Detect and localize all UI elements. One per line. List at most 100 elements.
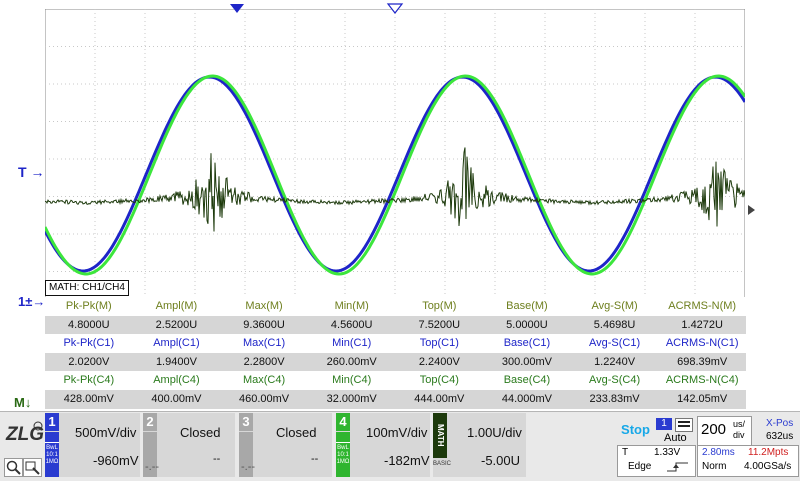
run-state-label: Stop	[621, 422, 650, 437]
measurement-value: 5.0000U	[506, 318, 548, 331]
trigger-source-badge: 1	[656, 418, 672, 430]
measurement-value: 2.2800V	[243, 355, 285, 368]
measurement-header: Avg-S(C1)	[588, 337, 641, 350]
measurement-header: Min(C1)	[332, 337, 372, 350]
measurement-value: 2.0200V	[68, 355, 110, 368]
measurement-header: Min(C4)	[332, 374, 372, 387]
rising-edge-icon	[667, 462, 688, 472]
math-offset: -5.00U	[481, 453, 521, 468]
trigger-level-marker[interactable]: T →	[18, 164, 44, 180]
channel-2-status: Closed	[180, 425, 221, 440]
measurement-header: Ampl(C4)	[153, 374, 200, 387]
measurement-value: 4.5600U	[330, 318, 373, 331]
acquisition-box[interactable]: 2.80ms 11.2Mpts Norm 4.00GSa/s	[697, 445, 799, 477]
channel-3-status: Closed	[276, 425, 317, 440]
channel-4-panel[interactable]: 4 BwL 10:1 1MΩ 100mV/div -182mV	[336, 413, 430, 477]
measurement-value: 32.000mV	[326, 392, 377, 405]
coupling-dc-icon	[45, 432, 59, 443]
timebase-unit-top: us/	[733, 419, 746, 429]
measurement-header: ACRMS-N(C1)	[665, 337, 739, 350]
measurement-header: Ampl(M)	[155, 300, 198, 312]
measurement-header-row: Pk-Pk(C4) Ampl(C4) Max(C4) Min(C4) Top(C…	[45, 371, 746, 390]
measurement-header: ACRMS-N(M)	[668, 300, 737, 312]
measurement-value-row: 428.00mV 400.00mV 460.00mV 32.000mV 444.…	[45, 389, 746, 409]
xpos-label: X-Pos	[766, 418, 794, 429]
time-center-marker[interactable]	[386, 3, 406, 15]
trigger-type: Edge	[628, 461, 652, 472]
channel-3-offset: --	[311, 453, 319, 465]
channel-4-number: 4	[336, 413, 350, 431]
math-marker-label: M	[14, 395, 25, 410]
measurement-header: Avg-S(M)	[591, 300, 638, 312]
trigger-mode[interactable]: Auto	[664, 432, 687, 444]
run-stop-indicator[interactable]: Stop	[617, 416, 654, 443]
zoom-icon[interactable]	[4, 458, 23, 477]
trigger-coupling-icon	[675, 418, 693, 432]
measurement-value: 7.5200U	[418, 318, 461, 331]
math-scale: 1.00U/div	[467, 425, 522, 440]
measurement-value: 428.00mV	[63, 392, 114, 405]
measurement-value: 460.00mV	[238, 392, 290, 405]
waveform-display	[45, 9, 745, 309]
measurement-header: Min(M)	[334, 300, 369, 312]
measurement-header: Max(C1)	[242, 337, 286, 350]
record-duration: 2.80ms	[702, 447, 735, 458]
timebase-value: 200	[701, 421, 727, 438]
measurement-value-row: 2.0200V 1.9400V 2.2800V 260.00mV 2.2400V…	[45, 352, 746, 372]
measurement-table: Pk-Pk(M) Ampl(M) Max(M) Min(M) Top(M) Ba…	[45, 297, 746, 409]
acquisition-mode: Norm	[702, 461, 727, 472]
zlg-logo-icon: ZLG	[5, 421, 44, 445]
measurement-value: 2.5200U	[155, 318, 198, 331]
measurement-header-row: Pk-Pk(C1) Ampl(C1) Max(C1) Min(C1) Top(C…	[45, 334, 746, 353]
channel-1-impedance: 1MΩ	[45, 459, 59, 465]
math-overlay-label: MATH: CH1/CH4	[45, 280, 129, 296]
scroll-right-arrow-icon[interactable]	[747, 201, 757, 219]
channel-4-scale: 100mV/div	[366, 425, 428, 440]
math-channel-panel[interactable]: MATH BASIC 1.00U/div -5.00U	[433, 413, 526, 477]
trigger-position-marker[interactable]	[228, 3, 248, 15]
trigger-level-t-label: T	[622, 447, 629, 458]
measurement-value: 300.00mV	[501, 355, 553, 368]
trigger-level-value: 1.33V	[654, 447, 681, 458]
trigger-level-label: T	[18, 164, 27, 180]
measurement-header: Base(C1)	[503, 337, 551, 350]
timebase-box[interactable]: 200 us/ div	[697, 416, 752, 446]
measurement-value-row: 4.8000U 2.5200U 9.3600U 4.5600U 7.5200U …	[45, 315, 746, 335]
measurement-header: Top(M)	[422, 300, 457, 312]
channel-1-settings-strip: BwL 10:1 1MΩ	[45, 432, 59, 477]
channel-4-probe: 10:1	[337, 452, 349, 458]
measurement-value: 142.05mV	[677, 392, 728, 405]
measurement-header: Base(M)	[506, 300, 548, 312]
channel-4-impedance: 1MΩ	[336, 459, 350, 465]
math-tag: MATH	[433, 413, 447, 458]
measurement-value: 1.2240V	[594, 355, 636, 368]
channel-2-offset: --	[213, 453, 221, 465]
channel-3-panel[interactable]: 3 Closed -.-- --	[239, 413, 332, 477]
timebase-unit-bottom: div	[733, 430, 745, 440]
channel-2-number: 2	[143, 413, 157, 431]
measurement-header: Base(C4)	[503, 374, 551, 387]
measurement-header: Pk-Pk(M)	[65, 300, 112, 312]
xpos-value[interactable]: 632us	[766, 431, 793, 442]
trigger-level-box[interactable]: T 1.33V Edge	[617, 445, 696, 477]
coupling-dc-icon	[336, 432, 350, 443]
measurement-header: Top(C4)	[419, 374, 459, 387]
oscilloscope-screen: T → 1±→ M↓ MATH: CH1/CH4 Pk-Pk(M) Ampl(M…	[0, 0, 800, 481]
measurement-header: Pk-Pk(C4)	[63, 374, 115, 387]
arrow-down-icon: ↓	[24, 395, 32, 410]
measurement-header: Avg-S(C4)	[588, 374, 641, 387]
ground-marker[interactable]: 1±→	[18, 294, 45, 309]
zoom-window-icon[interactable]	[23, 458, 42, 477]
channel-1-panel[interactable]: 1 BwL 10:1 1MΩ 500mV/div -960mV	[45, 413, 140, 477]
channel-4-bw: BwL	[337, 445, 349, 451]
ground-marker-label: 1±	[18, 294, 33, 309]
measurement-value: 5.4698U	[593, 318, 636, 331]
measurement-header: Ampl(C1)	[153, 337, 200, 350]
measurement-value: 698.39mV	[677, 355, 728, 368]
arrow-right-icon: →	[26, 164, 45, 180]
channel-2-panel[interactable]: 2 Closed -.-- --	[143, 413, 235, 477]
channel-4-settings-strip: BwL 10:1 1MΩ	[336, 432, 350, 477]
measurement-value: 9.3600U	[243, 318, 285, 331]
measurement-value: 444.00mV	[414, 392, 465, 405]
math-marker[interactable]: M↓	[14, 395, 31, 410]
